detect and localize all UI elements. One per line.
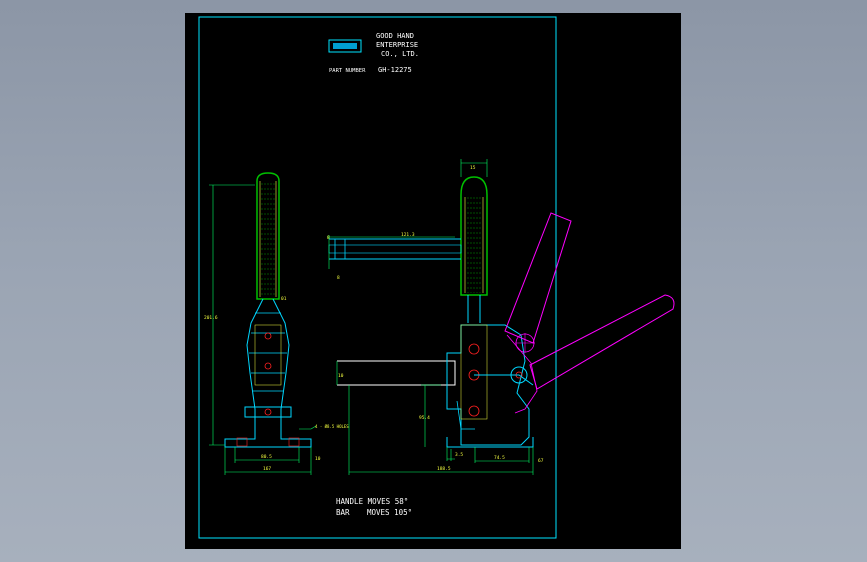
side-pin-block <box>244 406 292 418</box>
motion-notes: HANDLE MOVES 58° BAR MOVES 105° <box>336 497 412 517</box>
dim-clamp-height: 95.4 <box>419 415 430 421</box>
dim-bar-length: 121.3 <box>401 232 415 238</box>
hole-note: 4 - Ø8.5 HOLES <box>315 424 349 429</box>
dim-left-base-side: 10 <box>315 456 321 462</box>
spindle-nut <box>334 239 346 259</box>
note-bar-moves: MOVES 105° <box>367 508 412 517</box>
cad-drawing: GOOD HAND ENTERPRISE CO., LTD. PART NUMB… <box>198 16 675 539</box>
front-handle-stem <box>467 295 481 323</box>
front-pivot-bottom <box>468 405 480 417</box>
spindle-rod <box>328 244 462 254</box>
side-base <box>224 417 312 448</box>
front-handle-texture <box>467 197 481 293</box>
dim-left-base-inner: 80.5 <box>261 454 272 460</box>
dim-base-right: 67 <box>538 458 544 464</box>
dim-bar-left-bottom: 8 <box>337 275 340 281</box>
dim-base-small-lines <box>446 447 455 461</box>
dim-left-height: 201.6 <box>204 315 218 321</box>
front-link-bar <box>474 374 534 386</box>
open-handle-bar <box>529 294 675 390</box>
dim-overall-length: 188.5 <box>437 466 451 472</box>
dim-handle-width: 15 <box>470 165 476 171</box>
open-pivot-cross <box>515 333 535 353</box>
note-handle-moves: HANDLE MOVES 58° <box>336 497 408 506</box>
pivot-label: 01 <box>281 296 287 302</box>
company-logo-fill <box>333 43 357 49</box>
dim-left-height-lines <box>209 184 255 446</box>
side-linkage-crossbars <box>249 312 287 392</box>
dim-base-small: 3.5 <box>455 452 463 458</box>
front-spring <box>456 400 475 430</box>
front-pivot-top <box>468 343 480 355</box>
note-bar-label: BAR <box>336 508 350 517</box>
dim-arm-offset: 10 <box>338 373 344 379</box>
side-linkage-inner <box>254 324 282 386</box>
open-handle-outline <box>504 212 572 344</box>
part-number: GH-12275 <box>378 66 412 74</box>
side-pivot-mid <box>264 362 272 370</box>
company-name-line3: CO., LTD. <box>381 50 419 58</box>
dim-bar-left-top: 8 <box>327 235 330 241</box>
company-name-line2: ENTERPRISE <box>376 41 418 49</box>
front-view: 121.3 8 8 15 10 95.4 3.5 74.5 67 188.5 <box>327 159 675 475</box>
dim-base-mid: 74.5 <box>494 455 505 461</box>
front-body-plate <box>460 324 488 420</box>
clamp-arm <box>337 360 456 386</box>
dim-overall-lines <box>348 385 534 475</box>
title-block: GOOD HAND ENTERPRISE CO., LTD. PART NUMB… <box>328 32 419 74</box>
side-view: 201.6 4 - Ø8.5 HOLES 01 80.5 167 10 <box>204 172 349 475</box>
spindle-bar <box>329 238 461 260</box>
part-number-label: PART NUMBER <box>329 68 366 74</box>
hole-note-leader <box>299 425 317 430</box>
drawing-sheet: GOOD HAND ENTERPRISE CO., LTD. PART NUMB… <box>185 13 681 549</box>
dim-left-base-outer: 167 <box>263 466 271 472</box>
company-name-line1: GOOD HAND <box>376 32 414 40</box>
side-pivot-top <box>264 332 272 340</box>
side-pivot-bottom <box>264 408 272 416</box>
side-handle-texture <box>261 183 275 296</box>
